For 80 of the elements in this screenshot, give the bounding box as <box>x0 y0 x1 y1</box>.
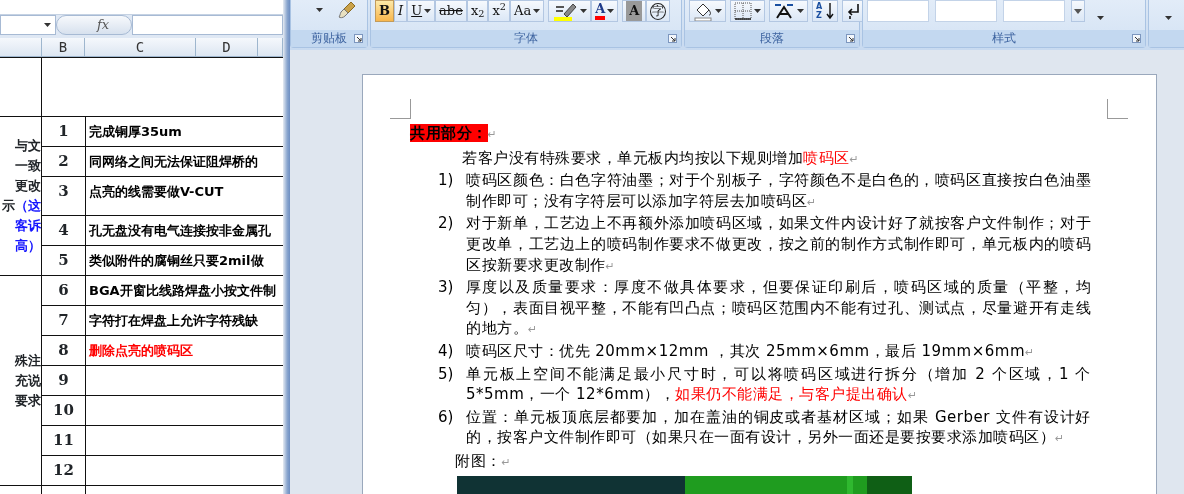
label-bar <box>1149 30 1184 47</box>
row-number: 12 <box>42 456 85 485</box>
sort-button[interactable]: AZ <box>812 0 838 22</box>
list-number: 6) <box>438 406 455 428</box>
table-cell: 类似附件的腐铜丝只要2mil做 <box>86 246 283 275</box>
gallery-scroll-button[interactable] <box>1071 0 1085 22</box>
highlighter-icon <box>552 1 579 21</box>
caret-icon <box>44 23 51 27</box>
row-number: 3 <box>42 177 85 215</box>
row-number: 7 <box>42 306 85 335</box>
format-button[interactable]: 字 <box>646 0 671 22</box>
row-number: 4 <box>42 216 85 245</box>
section-heading: 共用部分： <box>410 124 488 142</box>
caret-icon <box>1164 16 1172 20</box>
table-cell: 同网络之间无法保证阻焊桥的 <box>86 147 283 176</box>
list-item-text: 喷码区颜色：白色字符油墨；对于个别板子，字符颜色不是白色的，喷码区直接按白色油墨制作即可；没有字符层可以添加字符层去加喷码区↵ <box>466 170 1091 212</box>
format-button[interactable]: Aa <box>510 0 545 22</box>
borders-button[interactable] <box>730 0 765 22</box>
group-label: 段落 <box>760 31 784 45</box>
brush-icon <box>337 0 357 20</box>
table-cell: 孔无盘没有电气连接按非金属孔 <box>86 216 283 245</box>
list-number: 1) <box>438 170 455 192</box>
list-item-text: 对于新单，工艺边上不再额外添加喷码区域，如果文件内设计好了就按客户文件制作；对于更改单，工艺边上的喷码制作要求不做更改，按之前的制作方式制作即可，单元板内的喷码区按新要求更改制作↵ <box>466 213 1091 276</box>
font-color-button[interactable]: A <box>591 0 619 22</box>
table-cell: BGA开窗比线路焊盘小按文件制 <box>86 276 283 305</box>
format-button[interactable]: x$^{2}$ <box>488 0 510 22</box>
list-item-text: 喷码区尺寸：优先 20mm×12mm ，其次 25mm×6mm，最后 19mm×6mm↵ <box>466 340 1036 362</box>
table-cell: 字符打在焊盘上允许字符残缺 <box>86 306 283 335</box>
corner-mark <box>1107 99 1128 119</box>
format-painter-button[interactable] <box>337 0 357 20</box>
list-item-text: 厚度以及质量要求：厚度不做具体要求，但要保证印刷后，喷码区域的质量（平整，均匀），表面目视平整，不能有凹凸点；喷码区范围内不能有过孔、测试点，尽量避开有走线的地方。↵ <box>466 277 1091 340</box>
paint-bucket-icon <box>693 1 713 21</box>
table-cell: 完成铜厚35um <box>86 117 283 146</box>
row-number: 8 <box>42 336 85 365</box>
dialog-launcher-icon[interactable] <box>354 34 363 43</box>
format-button[interactable]: I <box>394 0 408 22</box>
dialog-launcher-icon[interactable] <box>1132 34 1141 43</box>
table-cell: 删除点亮的喷码区 <box>86 336 283 365</box>
caret-icon <box>1074 7 1082 15</box>
table-cell <box>0 58 41 116</box>
row-number: 6 <box>42 276 85 305</box>
paragraph: 若客户没有特殊要求，单元板内均按以下规则增加喷码区↵ <box>462 147 860 169</box>
format-button[interactable]: A <box>622 0 647 22</box>
caret-icon <box>1096 16 1104 20</box>
borders-icon <box>734 2 752 20</box>
list-number: 3) <box>438 277 455 299</box>
row-number: 2 <box>42 147 85 176</box>
table-cell: 与文 一致 更改 示（这 客诉 高） <box>0 117 41 275</box>
list-item-text: 单元板上空间不能满足最小尺寸时，可以将喷码区域进行拆分（增加 2 个区域，1 个 5*5mm，一个 12*6mm），如果仍不能满足，与客户提出确认↵ <box>466 363 1091 406</box>
paragraph-mark: ↵ <box>487 128 498 141</box>
row-number: 10 <box>42 396 85 425</box>
table-cell: 殊注 充说 要求 <box>0 276 41 485</box>
figure-caption: 附图：↵ <box>455 450 512 472</box>
format-button[interactable]: B <box>375 0 394 22</box>
group-label: 字体 <box>514 31 538 45</box>
shading-button[interactable] <box>689 0 726 22</box>
corner-mark <box>390 99 411 119</box>
list-number: 5) <box>438 363 455 385</box>
dialog-launcher-icon[interactable] <box>668 34 677 43</box>
format-button[interactable]: x$_{2}$ <box>466 0 489 22</box>
list-number: 4) <box>438 340 455 362</box>
format-button[interactable]: U <box>407 0 436 22</box>
dialog-launcher-icon[interactable] <box>846 34 855 43</box>
highlight-button[interactable] <box>548 0 592 22</box>
formula-field[interactable] <box>132 15 283 35</box>
function-button[interactable]: fx <box>56 15 132 35</box>
row-number: 9 <box>42 366 85 395</box>
layout-button[interactable] <box>769 0 808 22</box>
list-number: 2) <box>438 213 455 235</box>
row-number: 11 <box>42 426 85 455</box>
text-layout-icon <box>773 2 795 20</box>
list-item-text: 位置：单元板顶底层都要加，加在盖油的铜皮或者基材区域；如果 Gerber 文件有设计好的，按客户文件制作即可（如果只在一面有设计，另外一面还是要按要求添加喷码区）↵ <box>466 406 1091 449</box>
row-number: 5 <box>42 246 85 275</box>
format-button[interactable]: abe <box>435 0 467 22</box>
table-cell: 点亮的线需要做V-CUT <box>86 177 283 215</box>
row-number: 1 <box>42 117 85 146</box>
line-break-icon <box>846 2 862 20</box>
group-label: 剪贴板 <box>311 31 347 45</box>
arrow-icon <box>826 2 834 20</box>
group-label: 样式 <box>992 31 1016 45</box>
